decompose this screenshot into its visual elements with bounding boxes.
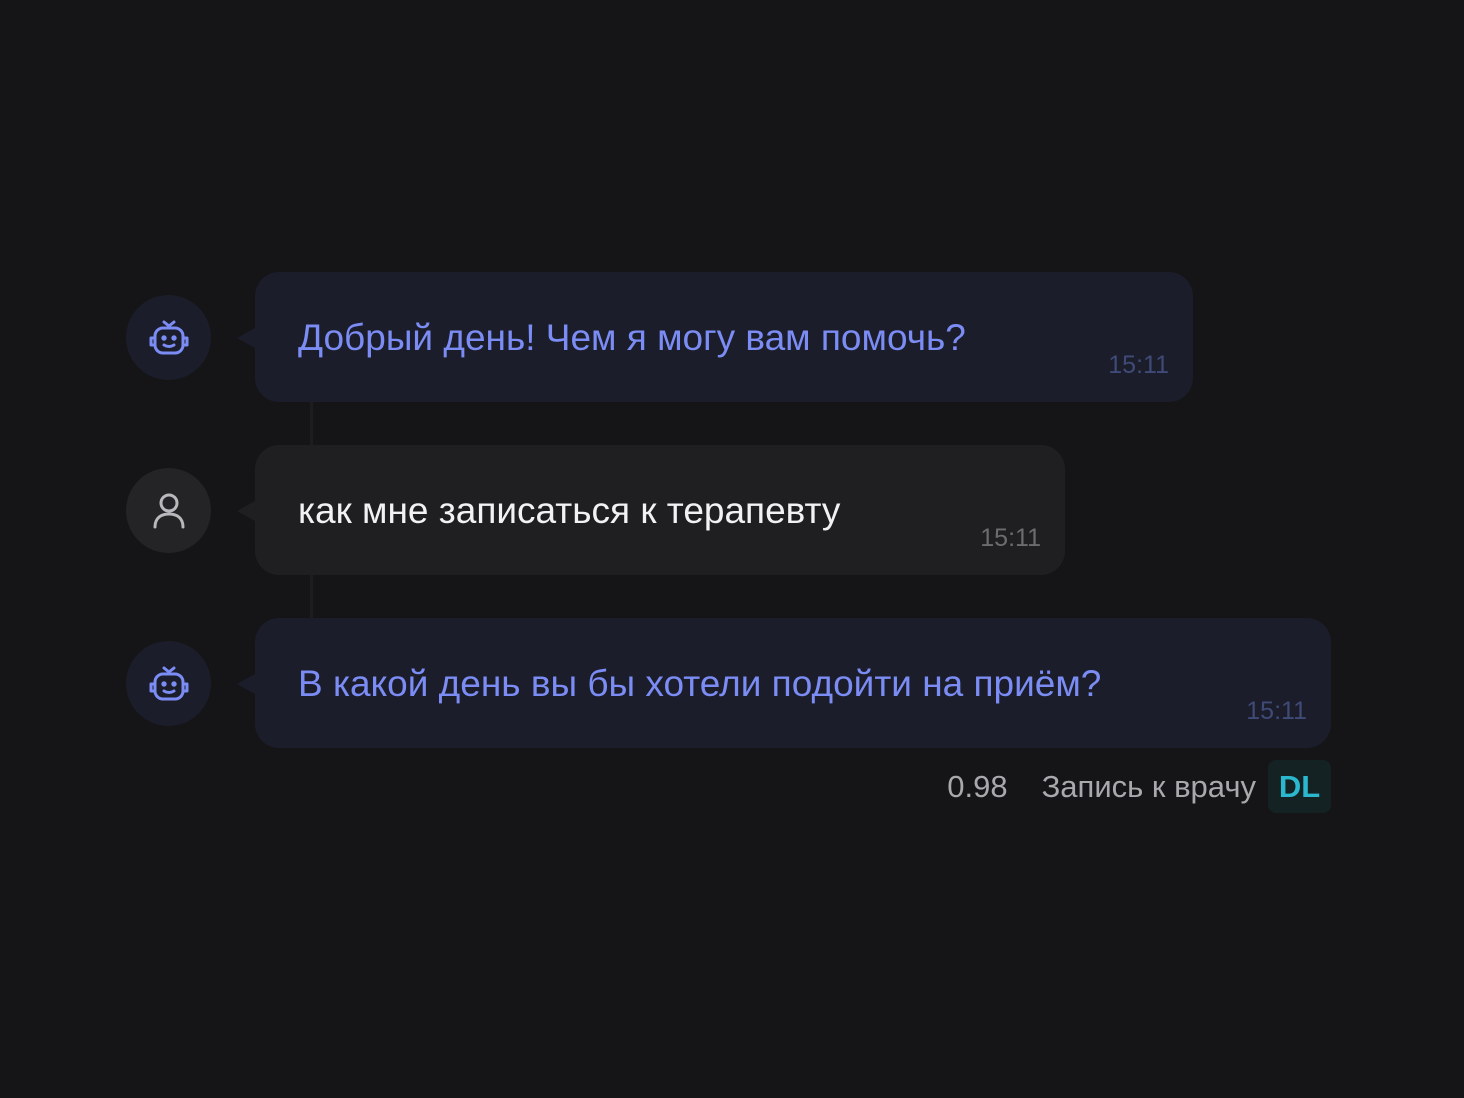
intent-classification: 0.98 Запись к врачу DL <box>947 760 1331 813</box>
thread-connector <box>310 574 313 620</box>
message-text: Добрый день! Чем я могу вам помочь? <box>298 317 966 358</box>
bot-avatar <box>126 295 211 380</box>
bot-icon <box>149 320 188 354</box>
confidence-score: 0.98 <box>947 768 1008 804</box>
user-icon <box>153 493 184 528</box>
bot-avatar <box>126 641 211 726</box>
message-text: как мне записаться к терапевту <box>298 490 841 531</box>
bot-message-bubble: В какой день вы бы хотели подойти на при… <box>237 618 1331 748</box>
user-avatar <box>126 468 211 553</box>
message-timestamp: 15:11 <box>1246 697 1307 725</box>
dl-badge: DL <box>1268 760 1331 813</box>
user-message-bubble: как мне записаться к терапевту 15:11 <box>237 445 1065 575</box>
message-text: В какой день вы бы хотели подойти на при… <box>298 663 1102 704</box>
thread-connector <box>310 400 313 446</box>
chat-thread: Добрый день! Чем я могу вам помочь? 15:1… <box>0 0 1464 1098</box>
message-timestamp: 15:11 <box>980 524 1041 552</box>
bot-icon <box>149 666 188 700</box>
message-timestamp: 15:11 <box>1108 351 1169 379</box>
bot-message-bubble: Добрый день! Чем я могу вам помочь? 15:1… <box>237 272 1193 402</box>
intent-label: Запись к врачу <box>1041 768 1256 804</box>
